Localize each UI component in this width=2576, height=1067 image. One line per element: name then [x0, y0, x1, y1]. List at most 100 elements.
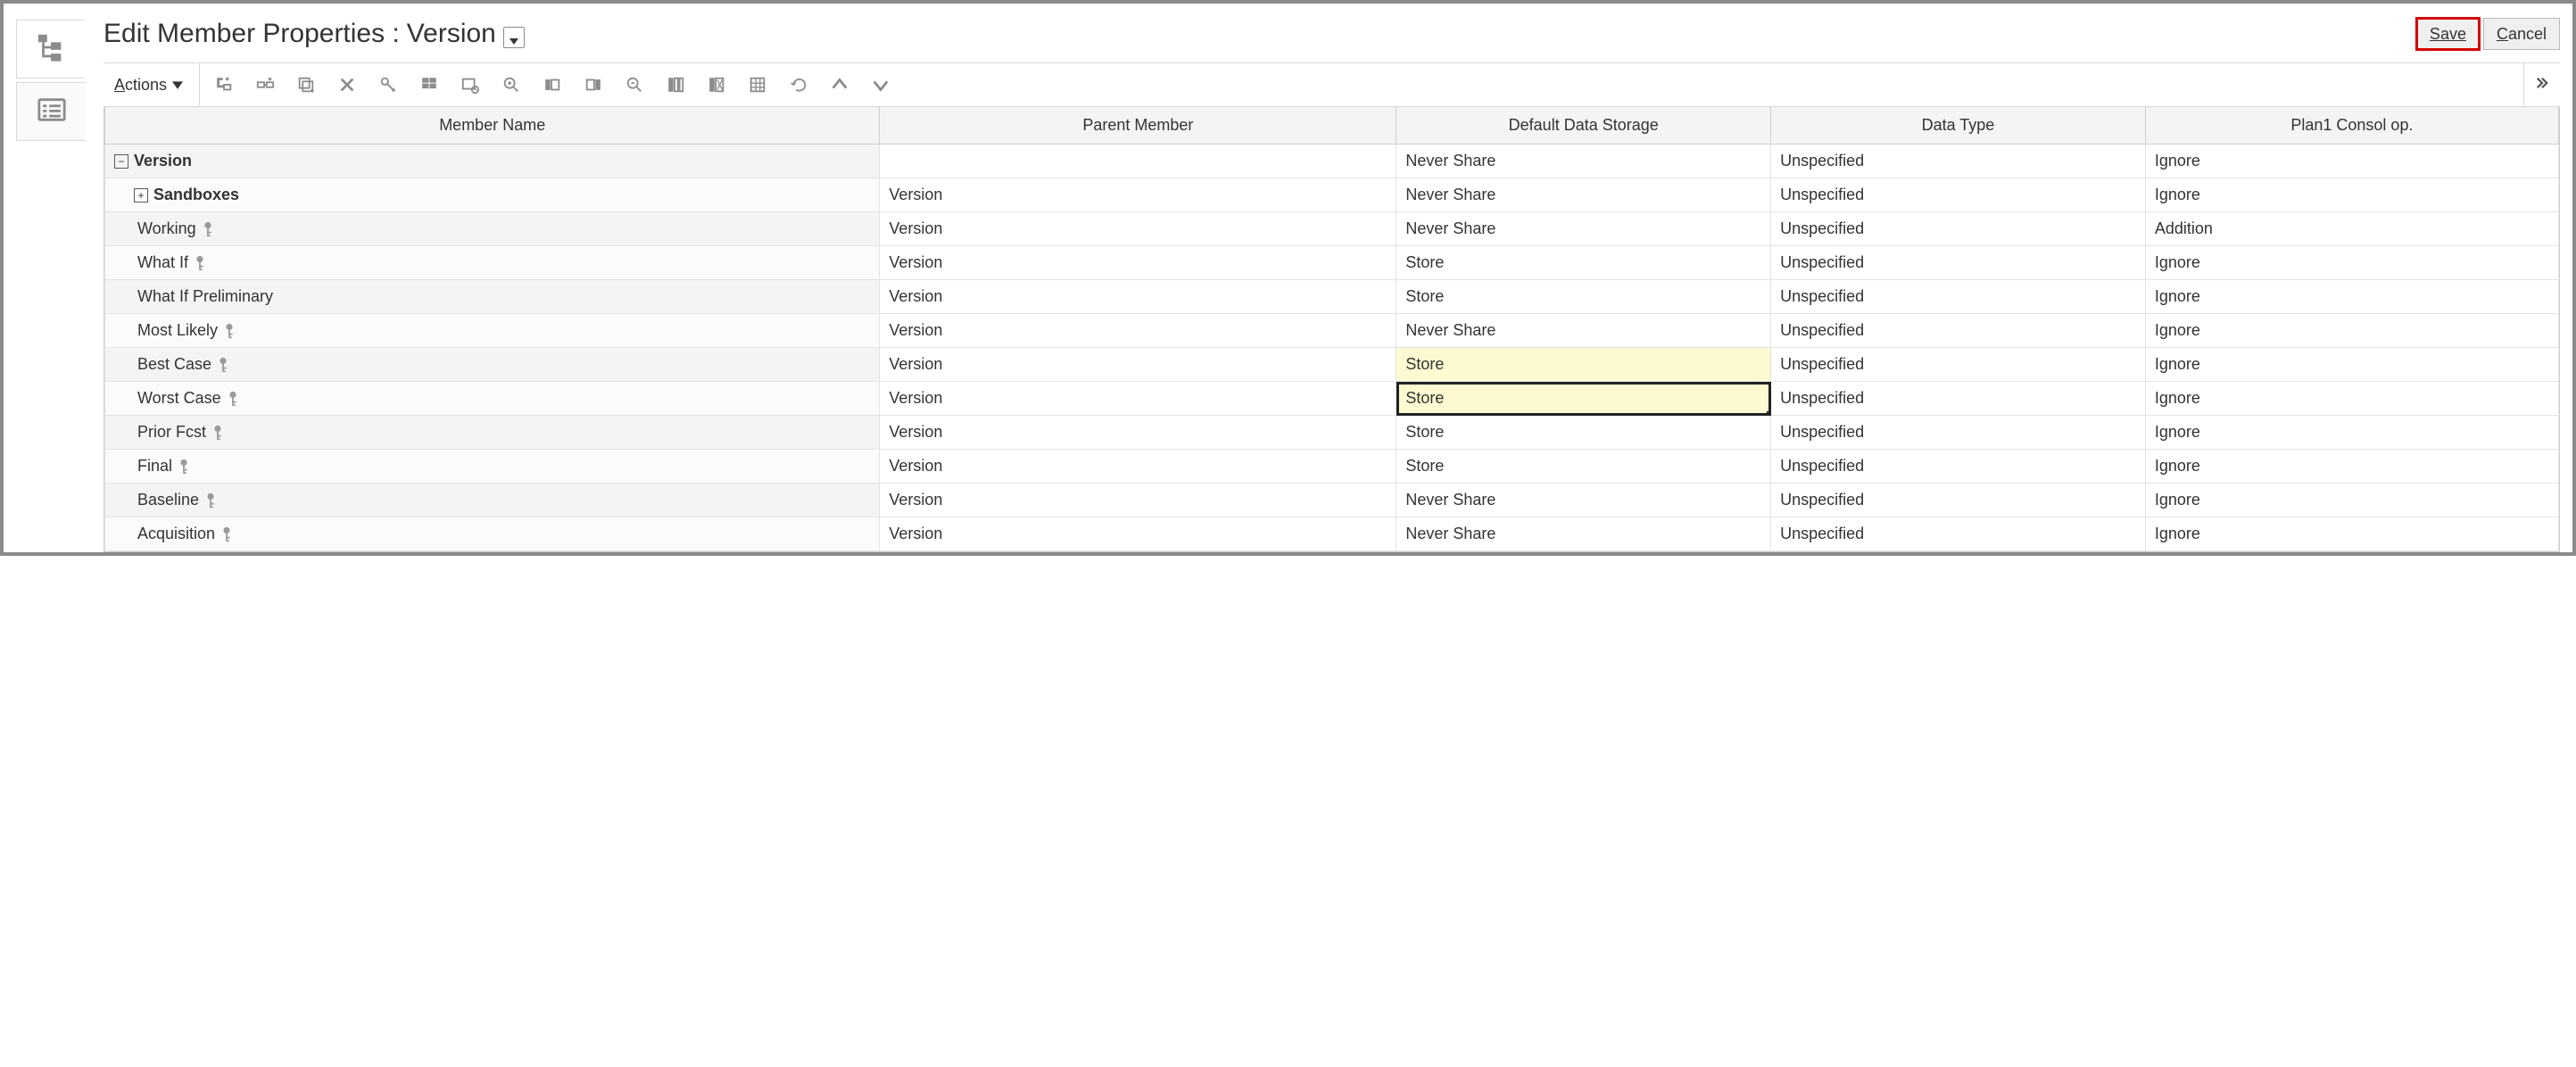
key-button[interactable] — [368, 63, 409, 106]
cancel-button[interactable]: Cancel — [2483, 18, 2560, 50]
table-row[interactable]: BaselineVersionNever ShareUnspecifiedIgn… — [105, 484, 2559, 517]
cell-parent-member[interactable]: Version — [880, 246, 1396, 280]
toolbar-overflow[interactable] — [2523, 63, 2560, 106]
cell-data-type[interactable]: Unspecified — [1771, 178, 2146, 212]
cell-default-storage[interactable]: Never Share — [1396, 484, 1771, 517]
cell-consol-op[interactable]: Ignore — [2145, 416, 2558, 450]
col-member-name[interactable]: Member Name — [105, 107, 880, 145]
cell-consol-op[interactable]: Ignore — [2145, 178, 2558, 212]
grid-button[interactable] — [737, 63, 778, 106]
cell-data-type[interactable]: Unspecified — [1771, 382, 2146, 416]
table-row[interactable]: Worst CaseVersionStoreUnspecifiedIgnore — [105, 382, 2559, 416]
cell-member-name[interactable]: Most Likely — [105, 314, 880, 348]
delete-button[interactable] — [327, 63, 368, 106]
table-row[interactable]: Most LikelyVersionNever ShareUnspecified… — [105, 314, 2559, 348]
cell-parent-member[interactable]: Version — [880, 212, 1396, 246]
cell-consol-op[interactable]: Ignore — [2145, 517, 2558, 551]
cell-parent-member[interactable]: Version — [880, 416, 1396, 450]
add-child-button[interactable] — [203, 63, 244, 106]
cell-consol-op[interactable]: Addition — [2145, 212, 2558, 246]
cell-default-storage[interactable]: Store — [1396, 246, 1771, 280]
col-consol-op[interactable]: Plan1 Consol op. — [2145, 107, 2558, 145]
cell-default-storage[interactable]: Never Share — [1396, 145, 1771, 178]
cell-data-type[interactable]: Unspecified — [1771, 246, 2146, 280]
freeze-columns-button[interactable] — [655, 63, 696, 106]
duplicate-button[interactable] — [286, 63, 327, 106]
collapse-icon[interactable]: − — [114, 154, 128, 169]
side-tab-list[interactable] — [16, 82, 86, 141]
col-parent-member[interactable]: Parent Member — [880, 107, 1396, 145]
col-default-storage[interactable]: Default Data Storage — [1396, 107, 1771, 145]
table-row[interactable]: Prior FcstVersionStoreUnspecifiedIgnore — [105, 416, 2559, 450]
table-row[interactable]: +SandboxesVersionNever ShareUnspecifiedI… — [105, 178, 2559, 212]
cell-data-type[interactable]: Unspecified — [1771, 314, 2146, 348]
cell-data-type[interactable]: Unspecified — [1771, 348, 2146, 382]
title-dropdown-button[interactable] — [503, 27, 525, 48]
cell-parent-member[interactable]: Version — [880, 450, 1396, 484]
cell-consol-op[interactable]: Ignore — [2145, 348, 2558, 382]
cell-member-name[interactable]: Prior Fcst — [105, 416, 880, 450]
cell-consol-op[interactable]: Ignore — [2145, 382, 2558, 416]
cell-member-name[interactable]: What If — [105, 246, 880, 280]
cell-member-name[interactable]: What If Preliminary — [105, 280, 880, 314]
cell-consol-op[interactable]: Ignore — [2145, 450, 2558, 484]
table-row[interactable]: FinalVersionStoreUnspecifiedIgnore — [105, 450, 2559, 484]
table-row[interactable]: What IfVersionStoreUnspecifiedIgnore — [105, 246, 2559, 280]
side-tab-hierarchy[interactable] — [16, 20, 86, 79]
col-data-type[interactable]: Data Type — [1771, 107, 2146, 145]
cell-default-storage[interactable]: Store — [1396, 280, 1771, 314]
cell-parent-member[interactable]: Version — [880, 280, 1396, 314]
move-down-button[interactable] — [860, 63, 901, 106]
freeze-left-button[interactable] — [532, 63, 573, 106]
cell-default-storage[interactable]: Never Share — [1396, 517, 1771, 551]
cell-member-name[interactable]: Baseline — [105, 484, 880, 517]
cell-default-storage[interactable]: Never Share — [1396, 212, 1771, 246]
cell-member-name[interactable]: Final — [105, 450, 880, 484]
cell-data-type[interactable]: Unspecified — [1771, 145, 2146, 178]
cell-data-type[interactable]: Unspecified — [1771, 212, 2146, 246]
cell-consol-op[interactable]: Ignore — [2145, 145, 2558, 178]
cell-data-type[interactable]: Unspecified — [1771, 280, 2146, 314]
refresh-button[interactable] — [450, 63, 491, 106]
cell-parent-member[interactable]: Version — [880, 517, 1396, 551]
cell-data-type[interactable]: Unspecified — [1771, 484, 2146, 517]
cell-member-name[interactable]: Acquisition — [105, 517, 880, 551]
save-button[interactable]: Save — [2416, 18, 2480, 50]
cell-data-type[interactable]: Unspecified — [1771, 517, 2146, 551]
table-row[interactable]: AcquisitionVersionNever ShareUnspecified… — [105, 517, 2559, 551]
cell-data-type[interactable]: Unspecified — [1771, 416, 2146, 450]
undo-button[interactable] — [778, 63, 819, 106]
table-row[interactable]: What If PreliminaryVersionStoreUnspecifi… — [105, 280, 2559, 314]
cell-default-storage[interactable]: Store — [1396, 382, 1771, 416]
zoom-out-button[interactable] — [614, 63, 655, 106]
cell-parent-member[interactable]: Version — [880, 382, 1396, 416]
table-row[interactable]: WorkingVersionNever ShareUnspecifiedAddi… — [105, 212, 2559, 246]
cell-default-storage[interactable]: Never Share — [1396, 314, 1771, 348]
cell-parent-member[interactable]: Version — [880, 484, 1396, 517]
cell-parent-member[interactable]: Version — [880, 348, 1396, 382]
table-row[interactable]: Best CaseVersionStoreUnspecifiedIgnore — [105, 348, 2559, 382]
cell-parent-member[interactable]: Version — [880, 178, 1396, 212]
cell-consol-op[interactable]: Ignore — [2145, 280, 2558, 314]
cell-default-storage[interactable]: Store — [1396, 450, 1771, 484]
freeze-right-button[interactable] — [573, 63, 614, 106]
properties-button[interactable] — [409, 63, 450, 106]
cell-consol-op[interactable]: Ignore — [2145, 246, 2558, 280]
cell-parent-member[interactable]: Version — [880, 314, 1396, 348]
member-table[interactable]: Member Name Parent Member Default Data S… — [104, 107, 2559, 551]
cell-member-name[interactable]: +Sandboxes — [105, 178, 880, 212]
cell-data-type[interactable]: Unspecified — [1771, 450, 2146, 484]
cell-default-storage[interactable]: Never Share — [1396, 178, 1771, 212]
expand-icon[interactable]: + — [134, 188, 148, 203]
unfreeze-columns-button[interactable] — [696, 63, 737, 106]
table-row[interactable]: −Version Never ShareUnspecifiedIgnore — [105, 145, 2559, 178]
cell-consol-op[interactable]: Ignore — [2145, 484, 2558, 517]
cell-consol-op[interactable]: Ignore — [2145, 314, 2558, 348]
cell-member-name[interactable]: Working — [105, 212, 880, 246]
cell-default-storage[interactable]: Store — [1396, 416, 1771, 450]
actions-menu[interactable]: Actions — [104, 63, 200, 106]
cell-default-storage[interactable]: Store — [1396, 348, 1771, 382]
cell-parent-member[interactable] — [880, 145, 1396, 178]
cell-member-name[interactable]: Worst Case — [105, 382, 880, 416]
cell-member-name[interactable]: −Version — [105, 145, 880, 178]
